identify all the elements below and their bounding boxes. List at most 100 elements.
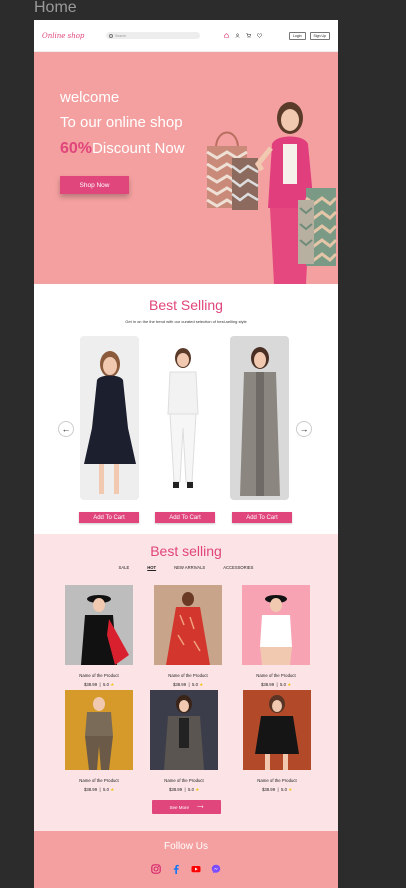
facebook-icon[interactable] xyxy=(171,864,181,874)
add-to-cart-button[interactable]: Add To Cart xyxy=(155,512,215,523)
top-navbar: Online shop Search Login Sign Up xyxy=(34,20,338,52)
tab-hot[interactable]: HOT xyxy=(147,565,156,570)
hero-subtitle: To our online shop xyxy=(60,114,183,131)
product-meta: $38.99 | 5.0 ★ xyxy=(83,787,115,792)
add-to-cart-button[interactable]: Add To Cart xyxy=(232,512,292,523)
product-name: Name of the Product xyxy=(257,778,297,783)
category-tabs: SALE HOT NEW ARRIVALS ACCESSORIES xyxy=(34,565,338,570)
product-card[interactable]: Name of the Product $38.99 | 5.0 ★ xyxy=(154,585,222,688)
star-icon: ★ xyxy=(199,682,204,687)
product-meta: $38.99 | 5.0 ★ xyxy=(168,787,200,792)
product-name: Name of the Product xyxy=(164,778,204,783)
youtube-icon[interactable] xyxy=(191,864,201,874)
product-name: Name of the Product xyxy=(168,673,208,678)
product-image xyxy=(154,585,222,665)
hero-text: welcome To our online shop 60%Discount N… xyxy=(60,89,185,157)
see-more-button[interactable]: See More ⟶ xyxy=(152,800,221,814)
instagram-icon[interactable] xyxy=(151,864,161,874)
nav-icons xyxy=(224,33,262,38)
product-card[interactable]: Name of the Product $38.99 | 5.0 ★ xyxy=(65,690,133,793)
product-rating: 5.0 xyxy=(192,682,198,687)
star-icon: ★ xyxy=(195,787,200,792)
tab-sale[interactable]: SALE xyxy=(119,565,130,570)
product-name: Name of the Product xyxy=(79,778,119,783)
logo[interactable]: Online shop xyxy=(42,32,106,40)
best-selling-grid-section: Best selling SALE HOT NEW ARRIVALS ACCES… xyxy=(34,534,338,831)
product-name: Name of the Product xyxy=(256,673,296,678)
product-meta: $38.99 | 5.0 ★ xyxy=(83,682,115,687)
product-meta: $38.99 | 5.0 ★ xyxy=(172,682,204,687)
product-rating: 5.0 xyxy=(280,682,286,687)
best-selling-carousel-section: Best Selling Get in on the the trend wit… xyxy=(34,284,338,534)
product-rating: 5.0 xyxy=(188,787,194,792)
product-price: $38.99 xyxy=(83,682,98,687)
product-meta: $38.99 | 5.0 ★ xyxy=(260,682,292,687)
star-icon: ★ xyxy=(287,682,292,687)
product-image xyxy=(230,336,289,500)
arrow-right-icon: ⟶ xyxy=(197,804,204,809)
footer-title: Follow Us xyxy=(164,841,208,852)
section-subtitle: Get in on the the trend with our curated… xyxy=(125,319,247,324)
product-card[interactable]: Name of the Product $38.99 | 5.0 ★ xyxy=(242,585,310,688)
product-image xyxy=(150,690,218,770)
frame-label: Home xyxy=(34,0,77,16)
product-card[interactable]: Name of the Product $38.99 | 5.0 ★ xyxy=(150,690,218,793)
tab-new-arrivals[interactable]: NEW ARRIVALS xyxy=(174,565,205,570)
heart-icon[interactable] xyxy=(257,33,262,38)
cart-icon[interactable] xyxy=(246,33,251,38)
product-price: $38.99 xyxy=(172,682,187,687)
product-price: $38.99 xyxy=(261,787,276,792)
product-meta: $38.99 | 5.0 ★ xyxy=(261,787,293,792)
login-button[interactable]: Login xyxy=(288,31,306,40)
carousel-card[interactable] xyxy=(80,336,139,500)
homepage-frame: Online shop Search Login Sign Up welcome… xyxy=(34,20,338,888)
search-placeholder: Search xyxy=(115,33,127,38)
search-input[interactable]: Search xyxy=(106,32,200,39)
carousel-prev-button[interactable]: ← xyxy=(58,421,74,437)
signup-button[interactable]: Sign Up xyxy=(309,31,330,40)
product-rating: 5.0 xyxy=(281,787,287,792)
carousel-card[interactable] xyxy=(230,336,289,500)
search-icon xyxy=(109,33,113,38)
product-image xyxy=(80,336,139,500)
section-title: Best selling xyxy=(150,543,222,559)
hero-welcome: welcome xyxy=(60,89,120,106)
product-image xyxy=(242,585,310,665)
add-to-cart-button[interactable]: Add To Cart xyxy=(79,512,139,523)
product-rating: 5.0 xyxy=(103,682,109,687)
discount-text: Discount Now xyxy=(92,140,185,157)
product-name: Name of the Product xyxy=(79,673,119,678)
product-image xyxy=(65,585,133,665)
product-carousel: ← → Add To Cart Add To Cart Add To Cart xyxy=(34,336,338,526)
social-links xyxy=(34,864,338,874)
carousel-next-button[interactable]: → xyxy=(296,421,312,437)
hero-model-image xyxy=(206,102,338,284)
star-icon: ★ xyxy=(288,787,293,792)
user-icon[interactable] xyxy=(235,33,240,38)
product-card[interactable]: Name of the Product $38.99 | 5.0 ★ xyxy=(243,690,311,793)
hero-banner: welcome To our online shop 60%Discount N… xyxy=(34,52,338,284)
home-icon[interactable] xyxy=(224,33,229,38)
tab-accessories[interactable]: ACCESSORIES xyxy=(223,565,253,570)
shop-now-button[interactable]: Shop Now xyxy=(60,176,129,194)
product-price: $38.99 xyxy=(168,787,183,792)
arrow-left-icon: ← xyxy=(61,424,71,434)
product-image xyxy=(243,690,311,770)
carousel-card[interactable] xyxy=(154,336,213,500)
product-price: $38.99 xyxy=(260,682,275,687)
product-card[interactable]: Name of the Product $38.99 | 5.0 ★ xyxy=(65,585,133,688)
star-icon: ★ xyxy=(110,787,115,792)
see-more-label: See More xyxy=(169,804,190,810)
hero-discount: 60%Discount Now xyxy=(60,140,185,157)
messenger-icon[interactable] xyxy=(211,864,221,874)
product-image xyxy=(65,690,133,770)
product-price: $38.99 xyxy=(83,787,98,792)
footer-follow-us: Follow Us xyxy=(34,831,338,888)
section-title: Best Selling xyxy=(149,297,223,313)
product-rating: 5.0 xyxy=(103,787,109,792)
product-image xyxy=(154,336,213,500)
arrow-right-icon: → xyxy=(299,424,309,434)
auth-buttons: Login Sign Up xyxy=(288,31,330,40)
discount-percent: 60% xyxy=(60,140,93,157)
star-icon: ★ xyxy=(110,682,115,687)
